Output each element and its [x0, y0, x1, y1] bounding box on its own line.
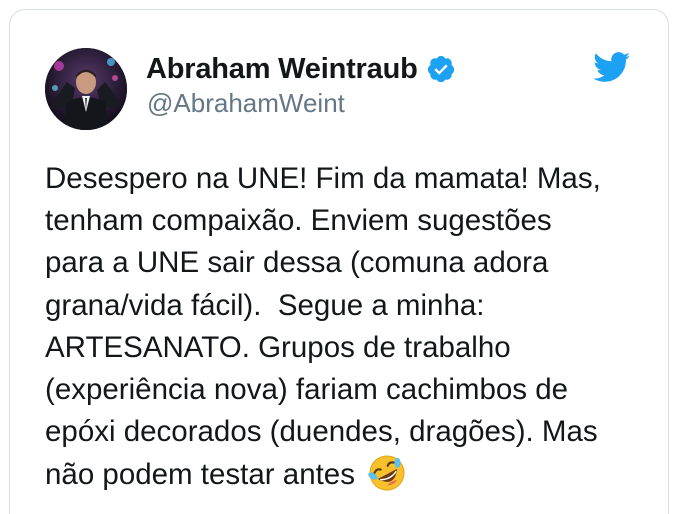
tweet-text-line: Desespero na UNE! Fim da mamata! Mas,	[45, 162, 601, 195]
tweet-text-line: ARTESANATO. Grupos de trabalho	[45, 330, 511, 364]
tweet-text-line: (experiência nova) fariam cachimbos de	[45, 372, 569, 406]
tweet-text-line: tenham compaixão. Enviem sugestões	[45, 204, 552, 238]
tweet-text-line: para a UNE sair dessa (comuna adora	[45, 246, 549, 280]
tweet-text-line: não podem testar antes	[45, 458, 355, 492]
user-avatar-photo	[45, 48, 127, 130]
verified-badge-icon	[427, 55, 454, 83]
author-name-row: Abraham Weintraub	[146, 49, 456, 89]
rolling-on-the-floor-laughing-emoji	[368, 455, 405, 491]
twitter-bird-icon[interactable]	[593, 52, 631, 83]
tweet-screenshot: Abraham Weintraub @AbrahamWeint Desesper…	[0, 0, 680, 514]
handle[interactable]: @AbrahamWeint	[147, 88, 345, 119]
tweet-text-line: epóxi decorados (duendes, dragões). Mas	[45, 415, 598, 449]
tweet-text-line-last: não podem testar antes	[45, 453, 645, 495]
tweet-text: Desespero na UNE! Fim da mamata! Mas, te…	[45, 158, 645, 496]
display-name[interactable]: Abraham Weintraub	[146, 53, 418, 86]
tweet-text-line: grana/vida fácil). Segue a minha:	[45, 288, 485, 322]
avatar[interactable]	[45, 48, 127, 130]
